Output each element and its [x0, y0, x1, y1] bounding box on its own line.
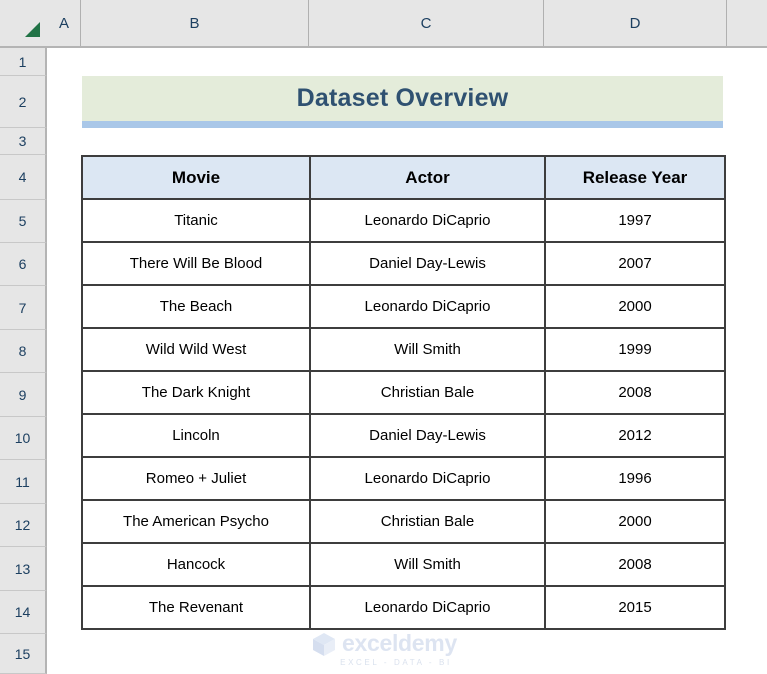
cell-movie[interactable]: The Dark Knight	[81, 370, 311, 415]
row-header-9-label: 9	[18, 386, 27, 403]
cell-year[interactable]: 2007	[544, 241, 726, 286]
cell-movie[interactable]: Lincoln	[81, 413, 311, 458]
row-header-15[interactable]: 15	[0, 634, 47, 674]
row-header-3[interactable]: 3	[0, 128, 47, 155]
row-header-15-label: 15	[14, 645, 31, 662]
row-header-3-label: 3	[18, 133, 27, 149]
column-header-b-label: B	[189, 14, 200, 32]
watermark-tagline: EXCEL - DATA - BI	[340, 658, 452, 667]
column-header-e[interactable]	[727, 0, 767, 46]
title-underline-bar	[82, 121, 723, 128]
cell-year[interactable]: 2015	[544, 585, 726, 630]
cube-logo-icon	[311, 631, 337, 657]
column-header-release-year[interactable]: Release Year	[544, 155, 726, 200]
column-header-b[interactable]: B	[81, 0, 309, 46]
dataset-title-banner: Dataset Overview	[82, 76, 723, 121]
row-header-13-label: 13	[14, 560, 31, 577]
cell-movie[interactable]: Romeo + Juliet	[81, 456, 311, 501]
cell-actor[interactable]: Leonardo DiCaprio	[309, 284, 546, 329]
row-header-14[interactable]: 14	[0, 591, 47, 634]
cell-movie[interactable]: There Will Be Blood	[81, 241, 311, 286]
table-row: Titanic Leonardo DiCaprio 1997	[81, 198, 726, 243]
watermark-name: exceldemy	[342, 630, 457, 656]
cell-actor[interactable]: Daniel Day-Lewis	[309, 413, 546, 458]
row-header-12-label: 12	[14, 517, 31, 533]
cell-actor[interactable]: Will Smith	[309, 542, 546, 587]
cell-year[interactable]: 2012	[544, 413, 726, 458]
cell-year[interactable]: 1997	[544, 198, 726, 243]
row-header-10-label: 10	[14, 430, 31, 446]
cell-actor[interactable]: Christian Bale	[309, 499, 546, 544]
cell-year[interactable]: 1999	[544, 327, 726, 372]
column-header-movie[interactable]: Movie	[81, 155, 311, 200]
table-header-row: Movie Actor Release Year	[81, 155, 726, 200]
row-header-11[interactable]: 11	[0, 460, 47, 504]
watermark-row: exceldemy	[311, 630, 457, 657]
row-header-14-label: 14	[14, 604, 31, 620]
row-header-1-label: 1	[18, 53, 27, 70]
column-header-d-label: D	[629, 14, 641, 32]
spreadsheet-grid: A B C D 1 2 3 4 5 6 7 8 9 10 11 12 13 14…	[0, 0, 767, 674]
cell-year[interactable]: 2008	[544, 542, 726, 587]
dataset-table: Movie Actor Release Year Titanic Leonard…	[81, 155, 726, 630]
row-header-13[interactable]: 13	[0, 547, 47, 591]
cell-actor[interactable]: Daniel Day-Lewis	[309, 241, 546, 286]
cell-movie[interactable]: The Beach	[81, 284, 311, 329]
row-header-6-label: 6	[18, 256, 27, 272]
column-header-actor[interactable]: Actor	[309, 155, 546, 200]
row-header-9[interactable]: 9	[0, 373, 47, 417]
row-header-5[interactable]: 5	[0, 200, 47, 243]
cell-movie[interactable]: The Revenant	[81, 585, 311, 630]
cell-movie[interactable]: Wild Wild West	[81, 327, 311, 372]
row-header-11-label: 11	[15, 473, 30, 490]
select-all-triangle-icon	[25, 22, 40, 37]
column-header-strip: A B C D	[0, 0, 767, 48]
row-header-7[interactable]: 7	[0, 286, 47, 330]
cell-year[interactable]: 1996	[544, 456, 726, 501]
cell-year[interactable]: 2000	[544, 284, 726, 329]
cell-year[interactable]: 2000	[544, 499, 726, 544]
exceldemy-watermark: exceldemy EXCEL - DATA - BI	[311, 630, 457, 667]
row-header-4-label: 4	[18, 169, 27, 185]
row-header-10[interactable]: 10	[0, 417, 47, 460]
table-row: The Revenant Leonardo DiCaprio 2015	[81, 585, 726, 630]
row-header-12[interactable]: 12	[0, 504, 47, 547]
cell-actor[interactable]: Leonardo DiCaprio	[309, 198, 546, 243]
table-row: Hancock Will Smith 2008	[81, 542, 726, 587]
table-row: The American Psycho Christian Bale 2000	[81, 499, 726, 544]
row-header-1[interactable]: 1	[0, 48, 47, 76]
row-header-2-label: 2	[18, 93, 27, 110]
cell-movie[interactable]: The American Psycho	[81, 499, 311, 544]
table-row: Lincoln Daniel Day-Lewis 2012	[81, 413, 726, 458]
select-all-cell[interactable]	[0, 0, 48, 46]
column-header-c[interactable]: C	[309, 0, 544, 46]
row-header-2[interactable]: 2	[0, 76, 47, 128]
cell-actor[interactable]: Christian Bale	[309, 370, 546, 415]
cell-actor[interactable]: Will Smith	[309, 327, 546, 372]
table-row: Romeo + Juliet Leonardo DiCaprio 1996	[81, 456, 726, 501]
cell-actor[interactable]: Leonardo DiCaprio	[309, 585, 546, 630]
row-header-8-label: 8	[18, 343, 27, 359]
table-row: Wild Wild West Will Smith 1999	[81, 327, 726, 372]
row-header-8[interactable]: 8	[0, 330, 47, 373]
row-header-6[interactable]: 6	[0, 243, 47, 286]
column-header-a-label: A	[58, 14, 69, 32]
column-header-a[interactable]: A	[48, 0, 81, 46]
page-title: Dataset Overview	[296, 84, 509, 112]
table-row: The Dark Knight Christian Bale 2008	[81, 370, 726, 415]
row-header-7-label: 7	[18, 299, 27, 316]
row-header-4[interactable]: 4	[0, 155, 47, 200]
cell-movie[interactable]: Titanic	[81, 198, 311, 243]
cell-movie[interactable]: Hancock	[81, 542, 311, 587]
column-header-c-label: C	[420, 14, 432, 32]
row-header-5-label: 5	[18, 213, 27, 229]
table-row: The Beach Leonardo DiCaprio 2000	[81, 284, 726, 329]
cell-actor[interactable]: Leonardo DiCaprio	[309, 456, 546, 501]
column-header-d[interactable]: D	[544, 0, 727, 46]
table-row: There Will Be Blood Daniel Day-Lewis 200…	[81, 241, 726, 286]
cell-year[interactable]: 2008	[544, 370, 726, 415]
